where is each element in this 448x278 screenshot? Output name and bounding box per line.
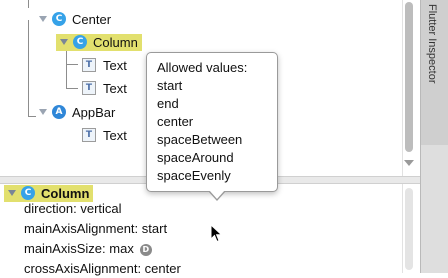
property-value: start bbox=[141, 221, 168, 236]
tooltip-value: spaceAround bbox=[157, 150, 234, 165]
tree-node-label: Text bbox=[103, 80, 127, 96]
widget-badge-icon: C bbox=[73, 35, 87, 49]
collapse-triangle-icon[interactable] bbox=[8, 190, 16, 196]
property-main-axis-alignment[interactable]: mainAxisAlignment: start bbox=[24, 220, 167, 238]
property-value: center bbox=[144, 261, 181, 276]
widget-badge-icon: C bbox=[52, 12, 66, 26]
properties-scrollbar-thumb[interactable] bbox=[405, 188, 413, 270]
selected-node-highlight: C Column bbox=[56, 33, 142, 51]
tree-connector bbox=[28, 116, 36, 117]
mouse-pointer-icon bbox=[210, 224, 223, 243]
tree-connector bbox=[28, 20, 29, 116]
tree-node-text[interactable]: T Text bbox=[82, 56, 127, 74]
text-widget-icon: T bbox=[82, 128, 96, 142]
tree-connector bbox=[66, 48, 67, 88]
tab-flutter-inspector-label: Flutter Inspector bbox=[426, 4, 438, 84]
tooltip-value: spaceBetween bbox=[157, 132, 243, 147]
text-widget-icon: T bbox=[82, 58, 96, 72]
property-value: max bbox=[109, 241, 134, 256]
tree-node-label: Center bbox=[72, 11, 112, 27]
tree-node-label: AppBar bbox=[72, 104, 116, 120]
tooltip-pointer bbox=[209, 190, 225, 199]
tooltip-value: center bbox=[157, 114, 194, 129]
property-direction[interactable]: direction: vertical bbox=[24, 200, 122, 218]
tree-scrollbar-thumb[interactable] bbox=[405, 2, 413, 152]
property-name: crossAxisAlignment bbox=[24, 261, 138, 276]
property-value: vertical bbox=[80, 201, 122, 216]
property-main-axis-size[interactable]: mainAxisSize: max D bbox=[24, 240, 152, 258]
property-name: mainAxisAlignment bbox=[24, 221, 135, 236]
widget-badge-icon: A bbox=[52, 105, 66, 119]
properties-header-label: Column bbox=[41, 185, 90, 201]
property-name: mainAxisSize bbox=[24, 241, 103, 256]
widget-badge-icon: C bbox=[21, 186, 35, 200]
tree-node-label: Text bbox=[103, 127, 127, 143]
scroll-down-arrow-icon[interactable] bbox=[404, 160, 414, 166]
tree-connector bbox=[28, 0, 29, 8]
tooltip-title: Allowed values: bbox=[157, 60, 248, 75]
tree-node-center[interactable]: C Center bbox=[39, 10, 111, 28]
allowed-values-tooltip: Allowed values: start end center spaceBe… bbox=[146, 52, 278, 192]
tree-node-appbar[interactable]: A AppBar bbox=[39, 103, 115, 121]
property-cross-axis-alignment[interactable]: crossAxisAlignment: center bbox=[24, 260, 181, 278]
tooltip-value: start bbox=[157, 78, 183, 93]
text-widget-icon: T bbox=[82, 81, 96, 95]
tree-connector bbox=[66, 88, 78, 89]
tree-node-column[interactable]: C Column bbox=[56, 33, 142, 51]
tree-node-text[interactable]: T Text bbox=[82, 126, 127, 144]
selected-node-highlight: C Column bbox=[4, 184, 94, 202]
expand-triangle-icon[interactable] bbox=[60, 39, 68, 45]
flutter-inspector-window: C Center C Column T Text T Text A AppBar… bbox=[0, 0, 448, 276]
property-name: direction bbox=[24, 201, 74, 216]
tree-node-label: Text bbox=[103, 57, 127, 73]
tree-connector bbox=[66, 64, 78, 65]
tooltip-value: spaceEvenly bbox=[157, 168, 231, 183]
expand-triangle-icon[interactable] bbox=[39, 109, 47, 115]
tree-node-text[interactable]: T Text bbox=[82, 79, 127, 97]
tooltip-value: end bbox=[157, 96, 179, 111]
expand-triangle-icon[interactable] bbox=[39, 16, 47, 22]
default-value-badge: D bbox=[139, 243, 152, 256]
tree-node-label: Column bbox=[93, 34, 138, 50]
